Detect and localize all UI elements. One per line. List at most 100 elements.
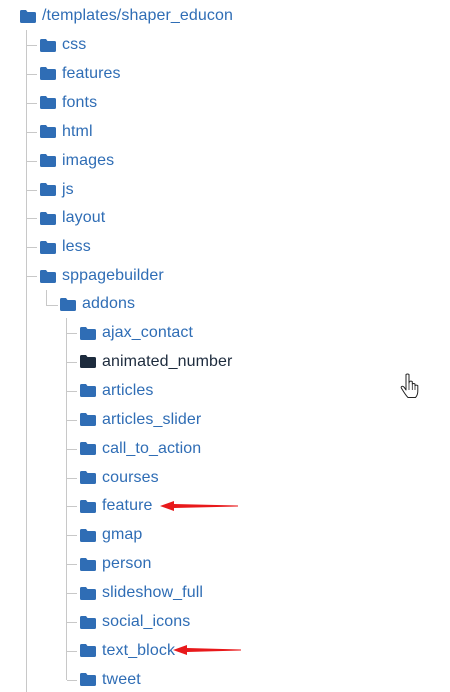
folder-label: css	[62, 36, 87, 53]
folder-item-sppagebuilder[interactable]: sppagebuilder	[40, 264, 164, 288]
folder-item-features[interactable]: features	[40, 62, 121, 86]
folder-item-layout[interactable]: layout	[40, 206, 105, 230]
annotation-arrow-feature	[160, 501, 238, 511]
folder-icon	[80, 615, 96, 629]
tree-root[interactable]: /templates/shaper_educon	[20, 4, 233, 28]
folder-item-addons[interactable]: addons	[60, 292, 135, 316]
folder-icon	[40, 211, 56, 225]
folder-icon	[60, 297, 76, 311]
folder-label: js	[62, 180, 74, 198]
tree-branch-line	[27, 247, 37, 249]
folder-item-js[interactable]: js	[40, 178, 74, 202]
tree-line-root	[26, 30, 27, 692]
folder-icon	[80, 384, 96, 398]
folder-label: gmap	[102, 526, 143, 544]
folder-label: images	[62, 151, 115, 169]
tree-branch-line	[67, 390, 77, 392]
folder-label: text_block	[102, 641, 176, 659]
folder-label: feature	[102, 497, 153, 515]
tree-line-addons-branch	[46, 305, 58, 306]
tree-line-sppagebuilder	[46, 290, 47, 306]
tree-branch-line	[27, 276, 37, 278]
folder-item-tweet[interactable]: tweet	[80, 668, 141, 692]
folder-label: articles_slider	[102, 410, 202, 428]
tree-root-label: /templates/shaper_educon	[42, 7, 233, 24]
tree-branch-line	[27, 102, 37, 104]
folder-icon	[40, 154, 56, 168]
folder-item-call-to-action[interactable]: call_to_action	[80, 437, 201, 461]
folder-icon	[80, 644, 96, 658]
folder-item-html[interactable]: html	[40, 120, 93, 144]
folder-icon	[40, 269, 56, 283]
folder-label: ajax_contact	[102, 324, 194, 341]
folder-item-articles[interactable]: articles	[80, 379, 153, 403]
folder-icon	[80, 528, 96, 542]
folder-label: features	[62, 64, 121, 82]
tree-branch-line	[67, 622, 77, 623]
tree-branch-line	[67, 361, 77, 363]
tree-branch-line	[27, 45, 37, 46]
folder-item-images[interactable]: images	[40, 149, 114, 173]
tree-branch-line	[67, 564, 77, 566]
tree-branch-line	[67, 506, 77, 508]
folder-item-gmap[interactable]: gmap	[80, 523, 142, 547]
tree-branch-line	[67, 448, 77, 450]
folder-item-slideshow-full[interactable]: slideshow_full	[80, 581, 203, 605]
folder-item-fonts[interactable]: fonts	[40, 91, 97, 115]
tree-branch-line	[27, 73, 37, 75]
folder-item-animated-number[interactable]: animated_number	[80, 350, 232, 374]
folder-label: sppagebuilder	[62, 267, 164, 285]
folder-label: fonts	[62, 93, 98, 111]
folder-item-feature[interactable]: feature	[80, 494, 153, 518]
folder-icon	[40, 125, 56, 139]
tree-branch-line	[67, 679, 77, 681]
folder-icon	[80, 586, 96, 600]
folder-label: slideshow_full	[102, 584, 204, 602]
annotation-arrow-text-block	[173, 645, 241, 655]
folder-label: person	[102, 555, 152, 573]
folder-icon	[40, 67, 56, 81]
folder-item-text-block[interactable]: text_block	[80, 639, 175, 663]
folder-icon	[80, 355, 96, 369]
tree-line-addons	[66, 318, 67, 680]
tree-branch-line	[27, 160, 37, 162]
tree-branch-line	[67, 333, 77, 334]
tree-branch-line	[27, 218, 37, 220]
folder-item-less[interactable]: less	[40, 235, 91, 259]
folder-label: tweet	[102, 670, 141, 688]
folder-icon	[40, 38, 56, 52]
folder-item-ajax-contact[interactable]: ajax_contact	[80, 321, 193, 345]
folder-icon	[80, 471, 96, 484]
tree-branch-line	[67, 535, 77, 537]
folder-label: addons	[82, 295, 136, 312]
folder-icon	[80, 557, 96, 571]
folder-icon	[80, 413, 96, 427]
folder-item-person[interactable]: person	[80, 552, 152, 576]
folder-item-css[interactable]: css	[40, 33, 86, 57]
folder-icon	[80, 326, 96, 340]
folder-label: layout	[62, 209, 106, 227]
folder-icon	[20, 9, 36, 23]
folder-icon	[80, 499, 96, 513]
folder-label: social_icons	[102, 613, 191, 630]
tree-branch-line	[67, 419, 77, 421]
folder-item-social-icons[interactable]: social_icons	[80, 610, 190, 634]
folder-label: less	[62, 238, 91, 256]
folder-item-courses[interactable]: courses	[80, 466, 159, 490]
folder-label: animated_number	[102, 352, 233, 370]
tree-branch-line	[67, 593, 77, 595]
folder-icon	[40, 240, 56, 254]
folder-label: call_to_action	[102, 439, 202, 457]
folder-label: html	[62, 122, 93, 140]
tree-branch-line	[67, 650, 77, 652]
folder-label: articles	[102, 381, 154, 399]
tree-branch-line	[27, 131, 37, 133]
tree-branch-line	[27, 189, 37, 191]
hand-pointer-icon	[400, 373, 419, 398]
tree-branch-line	[67, 477, 77, 479]
folder-icon	[40, 183, 56, 196]
folder-icon	[80, 442, 96, 456]
folder-item-articles-slider[interactable]: articles_slider	[80, 408, 201, 432]
folder-icon	[80, 673, 96, 687]
folder-label: courses	[102, 468, 159, 486]
